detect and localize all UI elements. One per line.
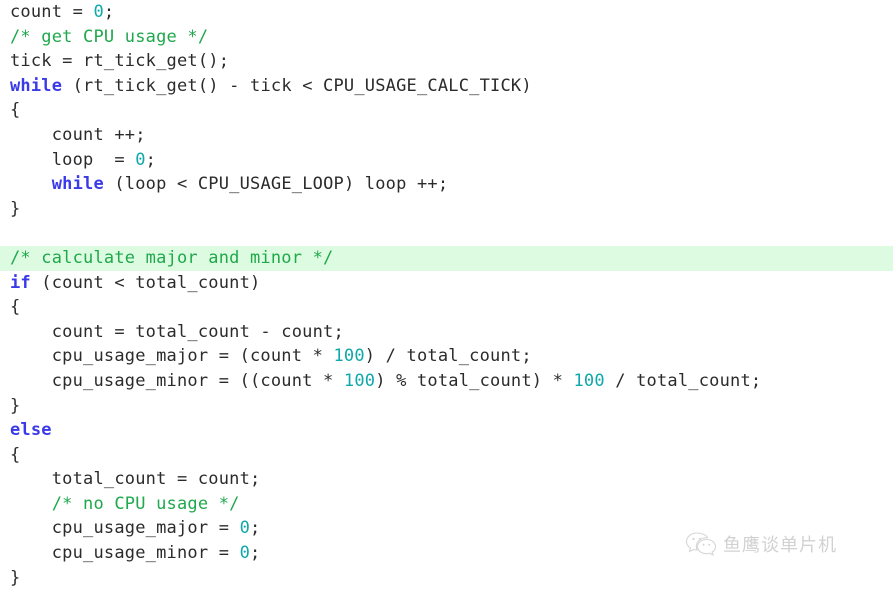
code-token-plain: (loop < CPU_USAGE_LOOP) loop ++; [103,174,449,195]
code-token-plain: ; [250,518,261,539]
code-token-plain: } [10,395,21,416]
code-token-plain: ) / total_count; [364,346,532,367]
code-line[interactable]: /* no CPU usage */ [0,492,893,517]
code-token-num: 0 [239,543,251,564]
code-token-plain: total_count = count; [10,469,261,490]
code-token-kw: if [10,272,31,293]
code-token-num: 0 [135,149,146,170]
code-token-cmt: /* calculate major and minor */ [10,247,334,268]
code-token-plain: / total_count; [604,370,762,391]
code-token-plain: ; [250,543,261,564]
code-token-plain: { [10,444,21,465]
code-line[interactable]: { [0,295,893,320]
code-token-plain: cpu_usage_major = (count * [10,346,334,367]
code-token-plain: ) % total_count) * [375,370,574,391]
code-line[interactable]: while (rt_tick_get() - tick < CPU_USAGE_… [0,74,893,99]
code-line[interactable]: else [0,418,893,443]
code-token-plain: { [10,297,21,318]
code-viewer[interactable]: count = 0;/* get CPU usage */tick = rt_t… [0,0,893,588]
code-line[interactable]: count = total_count - count; [0,320,893,345]
code-line[interactable]: while (loop < CPU_USAGE_LOOP) loop ++; [0,172,893,197]
code-token-cmt: /* no CPU usage */ [51,493,240,514]
code-line[interactable]: /* calculate major and minor */ [0,245,893,271]
code-line[interactable]: } [0,197,893,222]
code-line[interactable]: { [0,443,893,468]
code-token-plain: count ++; [10,124,146,145]
watermark: 鱼鹰谈单片机 [686,531,837,557]
code-line[interactable]: /* get CPU usage */ [0,25,893,50]
code-token-kw: else [10,420,52,441]
code-token-plain: count = total_count - count; [10,321,344,342]
code-line[interactable]: loop = 0; [0,148,893,173]
code-token-plain: ; [103,2,115,22]
wechat-logo-icon [686,532,716,557]
watermark-label: 鱼鹰谈单片机 [723,535,837,556]
code-line[interactable]: if (count < total_count) [0,271,893,296]
code-token-num: 0 [239,518,251,539]
code-token-plain: loop = [10,149,136,170]
code-token-cmt: /* get CPU usage */ [10,26,209,47]
code-token-plain: cpu_usage_major = [10,518,240,539]
code-line[interactable] [0,221,893,246]
code-token-plain: cpu_usage_minor = [10,543,240,564]
code-token-plain: (rt_tick_get() - tick < CPU_USAGE_CALC_T… [62,75,532,96]
code-line[interactable]: { [0,98,893,123]
code-token-plain: cpu_usage_minor = ((count * [10,370,344,391]
code-token-num: 100 [333,346,365,367]
code-token-num: 100 [343,370,376,391]
code-line[interactable]: tick = rt_tick_get(); [0,49,893,74]
code-token-kw: while [51,174,104,195]
code-line[interactable]: total_count = count; [0,467,893,492]
code-token-num: 100 [573,370,605,391]
code-line[interactable]: } [0,566,893,590]
code-line[interactable]: cpu_usage_major = (count * 100) / total_… [0,344,893,369]
code-token-plain: tick = rt_tick_get(); [10,51,230,72]
code-token-plain: } [10,567,21,588]
code-token-plain: count = [10,2,94,22]
code-token-kw: while [10,75,63,96]
code-token-plain: } [10,198,21,219]
code-token-plain: ; [145,149,157,170]
code-line[interactable]: cpu_usage_minor = ((count * 100) % total… [0,369,893,394]
code-line[interactable]: count ++; [0,123,893,148]
code-token-num: 0 [93,2,104,22]
code-line[interactable]: } [0,394,893,419]
code-token-plain: (count < total_count) [30,272,261,293]
code-token-plain: { [10,100,21,121]
code-line[interactable]: count = 0; [0,0,893,25]
